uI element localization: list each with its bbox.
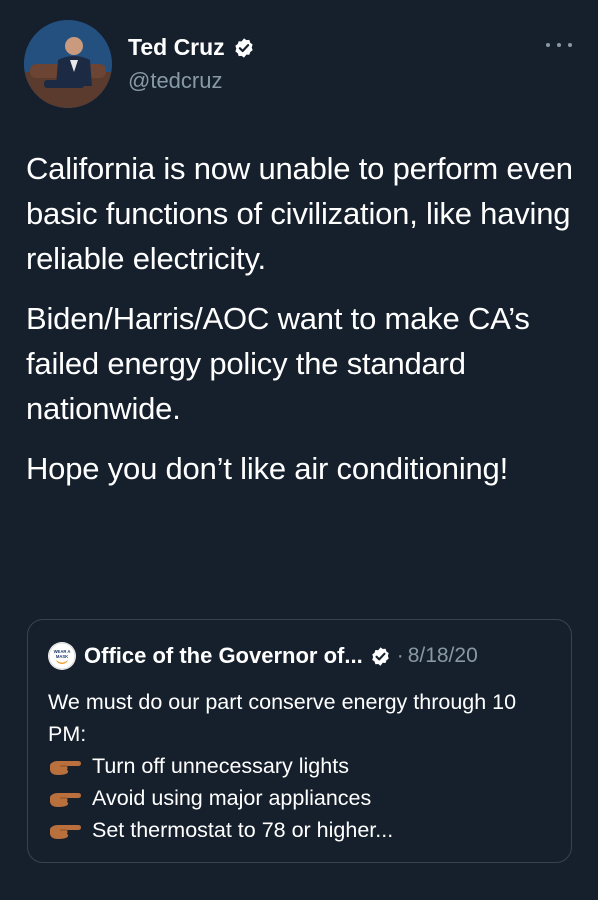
- list-item: Avoid using major appliances: [48, 782, 558, 814]
- tweet-text: California is now unable to perform even…: [26, 146, 576, 506]
- quoted-tweet-date[interactable]: 8/18/20: [408, 644, 478, 668]
- more-dot: [557, 43, 561, 47]
- quoted-tweet[interactable]: WEAR A MASK Office of the Governor of...…: [27, 619, 572, 863]
- quoted-tweet-header: WEAR A MASK Office of the Governor of...…: [48, 642, 478, 670]
- pointing-hand-icon: [50, 825, 81, 839]
- author-display-name[interactable]: Ted Cruz: [128, 34, 225, 61]
- quoted-author-avatar[interactable]: WEAR A MASK: [48, 642, 76, 670]
- verified-badge-icon: [371, 646, 389, 666]
- bullet-text: Avoid using major appliances: [92, 786, 372, 810]
- author-handle[interactable]: @tedcruz: [128, 68, 222, 94]
- author-avatar[interactable]: [24, 20, 112, 108]
- tweet-paragraph: Biden/Harris/AOC want to make CA’s faile…: [26, 301, 530, 426]
- tweet-paragraph: California is now unable to perform even…: [26, 151, 573, 276]
- separator-dot: ·: [396, 644, 404, 667]
- wear-a-mask-logo: WEAR A MASK: [48, 642, 76, 670]
- list-item: Set thermostat to 78 or higher...: [48, 814, 558, 846]
- quoted-author-name[interactable]: Office of the Governor of...: [84, 643, 363, 669]
- pointing-hand-icon: [50, 761, 81, 775]
- tweet-paragraph: Hope you don’t like air conditioning!: [26, 451, 509, 486]
- verified-badge-icon: [235, 37, 253, 58]
- bullet-text: Turn off unnecessary lights: [92, 754, 349, 778]
- author-name-row: Ted Cruz: [128, 34, 255, 61]
- tweet-card: Ted Cruz @tedcruz California is now unab…: [0, 0, 598, 900]
- more-dot: [568, 43, 572, 47]
- more-options-icon[interactable]: [546, 38, 572, 52]
- pointing-hand-icon: [50, 793, 81, 807]
- quoted-tweet-intro: We must do our part conserve energy thro…: [48, 690, 517, 746]
- svg-text:MASK: MASK: [56, 654, 68, 659]
- profile-photo: [24, 20, 112, 108]
- quoted-tweet-text: We must do our part conserve energy thro…: [48, 686, 558, 846]
- more-dot: [546, 43, 550, 47]
- bullet-text: Set thermostat to 78 or higher...: [92, 818, 394, 842]
- list-item: Turn off unnecessary lights: [48, 750, 558, 782]
